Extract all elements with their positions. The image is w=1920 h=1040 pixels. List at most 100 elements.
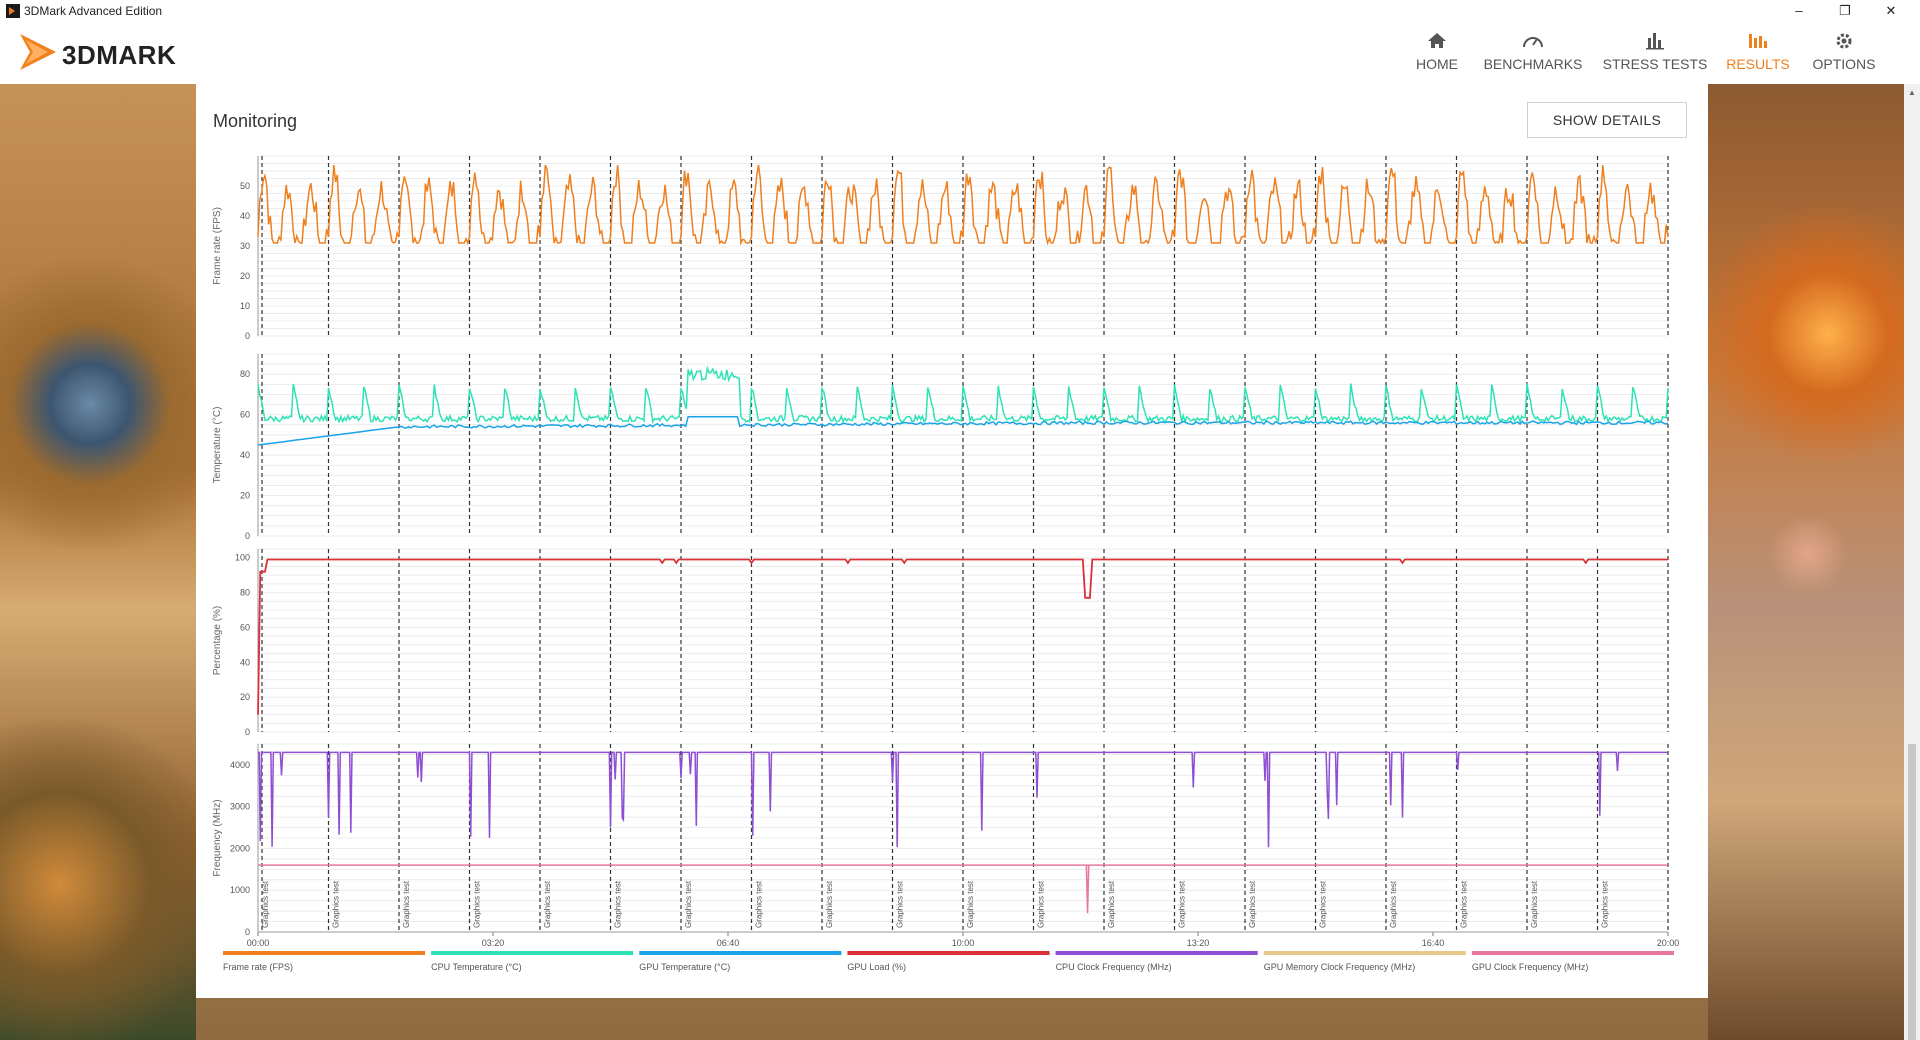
x-tick-label: 20:00 bbox=[1657, 938, 1680, 948]
scrollbar-thumb[interactable] bbox=[1908, 744, 1916, 1040]
segment-label: Graphics test bbox=[1530, 880, 1539, 928]
y-tick-label: 20 bbox=[240, 692, 250, 702]
logo-icon bbox=[20, 34, 56, 70]
y-tick-label: 20 bbox=[240, 491, 250, 501]
scroll-up-arrow[interactable]: ▲ bbox=[1908, 88, 1916, 97]
segment-label: Graphics test bbox=[684, 880, 693, 928]
gauge-icon bbox=[1523, 37, 1543, 48]
y-axis-label: Temperature (°C) bbox=[212, 407, 223, 484]
y-tick-label: 80 bbox=[240, 369, 250, 379]
y-tick-label: 100 bbox=[235, 553, 250, 563]
legend-label: GPU Load (%) bbox=[847, 962, 906, 972]
segment-label: Graphics test bbox=[896, 880, 905, 928]
results-icon bbox=[1749, 34, 1767, 48]
segment-label: Graphics test bbox=[1601, 880, 1610, 928]
scrollbar[interactable]: ▲ bbox=[1904, 84, 1920, 1040]
segment-label: Graphics test bbox=[473, 880, 482, 928]
legend-swatch bbox=[1263, 951, 1466, 955]
legend-label: CPU Clock Frequency (MHz) bbox=[1056, 962, 1172, 972]
segment-label: Graphics test bbox=[261, 880, 270, 928]
x-tick-label: 03:20 bbox=[482, 938, 505, 948]
legend-swatch bbox=[847, 951, 1050, 955]
segment-label: Graphics test bbox=[332, 880, 341, 928]
y-tick-label: 0 bbox=[245, 331, 250, 341]
nav-results-label: RESULTS bbox=[1726, 56, 1790, 72]
legend-label: CPU Temperature (°C) bbox=[431, 962, 521, 972]
segment-label: Graphics test bbox=[1037, 880, 1046, 928]
legend-label: GPU Memory Clock Frequency (MHz) bbox=[1264, 962, 1416, 972]
nav-home-label: HOME bbox=[1416, 56, 1458, 72]
logo-text: 3DMARK bbox=[62, 40, 177, 70]
logo[interactable]: 3DMARK bbox=[18, 30, 218, 74]
y-axis-label: Percentage (%) bbox=[212, 606, 223, 675]
nav-results[interactable]: RESULTS bbox=[1718, 28, 1798, 80]
segment-label: Graphics test bbox=[1460, 880, 1469, 928]
y-tick-label: 40 bbox=[240, 657, 250, 667]
segment-label: Graphics test bbox=[543, 880, 552, 928]
segment-label: Graphics test bbox=[966, 880, 975, 928]
legend-label: Frame rate (FPS) bbox=[223, 962, 293, 972]
y-tick-label: 0 bbox=[245, 927, 250, 937]
monitoring-chart: 0 10 20 30 40 50 Frame rate (FPS) 0 20 40 60 80 Temp… bbox=[212, 155, 1680, 972]
y-tick-label: 80 bbox=[240, 588, 250, 598]
y-tick-label: 20 bbox=[240, 271, 250, 281]
nav-options-label: OPTIONS bbox=[1812, 56, 1876, 72]
y-tick-label: 1000 bbox=[230, 885, 250, 895]
bar-chart-icon bbox=[1646, 33, 1664, 50]
segment-label: Graphics test bbox=[1319, 880, 1328, 928]
x-tick-label: 00:00 bbox=[247, 938, 270, 948]
monitoring-title: Monitoring bbox=[213, 111, 298, 131]
y-tick-label: 40 bbox=[240, 211, 250, 221]
legend-swatch bbox=[639, 951, 842, 955]
y-tick-label: 60 bbox=[240, 410, 250, 420]
x-tick-label: 06:40 bbox=[717, 938, 740, 948]
legend-label: GPU Temperature (°C) bbox=[639, 962, 730, 972]
legend-swatch bbox=[223, 951, 426, 955]
segment-label: Graphics test bbox=[402, 880, 411, 928]
legend-swatch bbox=[1471, 951, 1674, 955]
y-tick-label: 60 bbox=[240, 622, 250, 632]
series-frame-rate bbox=[257, 164, 1669, 246]
show-details-button[interactable]: SHOW DETAILS bbox=[1527, 102, 1687, 138]
legend-swatch bbox=[431, 951, 634, 955]
y-axis-label: Frame rate (FPS) bbox=[212, 207, 223, 285]
segment-label: Graphics test bbox=[825, 880, 834, 928]
background-art-left bbox=[0, 84, 196, 1040]
x-tick-label: 16:40 bbox=[1422, 938, 1445, 948]
y-axis-label: Frequency (MHz) bbox=[212, 799, 223, 876]
y-tick-label: 0 bbox=[245, 727, 250, 737]
window-title: 3DMark Advanced Edition bbox=[24, 4, 163, 18]
x-tick-label: 10:00 bbox=[952, 938, 975, 948]
y-tick-label: 2000 bbox=[230, 843, 250, 853]
nav-benchmarks[interactable]: BENCHMARKS bbox=[1478, 28, 1588, 80]
home-icon bbox=[1428, 33, 1446, 48]
app-icon bbox=[6, 4, 20, 18]
minimize-button[interactable]: – bbox=[1776, 0, 1822, 22]
segment-label: Graphics test bbox=[1178, 880, 1187, 928]
legend-label: GPU Clock Frequency (MHz) bbox=[1472, 962, 1589, 972]
y-tick-label: 3000 bbox=[230, 802, 250, 812]
nav-benchmarks-label: BENCHMARKS bbox=[1483, 56, 1583, 72]
y-tick-label: 30 bbox=[240, 241, 250, 251]
segment-label: Graphics test bbox=[1389, 880, 1398, 928]
app-header: 3DMARK HOME BENCHMARKS STRESS TESTS RESU… bbox=[0, 22, 1920, 84]
y-tick-label: 10 bbox=[240, 301, 250, 311]
nav-stress-tests[interactable]: STRESS TESTS bbox=[1600, 28, 1710, 80]
y-tick-label: 0 bbox=[245, 531, 250, 541]
nav-stress-tests-label: STRESS TESTS bbox=[1602, 56, 1708, 72]
nav-options[interactable]: OPTIONS bbox=[1804, 28, 1884, 80]
restore-button[interactable]: ❐ bbox=[1822, 0, 1868, 22]
legend-swatch bbox=[1055, 951, 1258, 955]
title-bar: 3DMark Advanced Edition – ❐ ✕ bbox=[0, 0, 1920, 22]
y-tick-label: 40 bbox=[240, 450, 250, 460]
close-button[interactable]: ✕ bbox=[1868, 0, 1914, 22]
gear-icon bbox=[1836, 33, 1852, 49]
x-tick-label: 13:20 bbox=[1187, 938, 1210, 948]
monitoring-panel: Monitoring SHOW DETAILS 0 10 20 30 40 50 Frame… bbox=[196, 84, 1708, 998]
segment-label: Graphics test bbox=[614, 880, 623, 928]
background-art-right bbox=[1708, 84, 1920, 1040]
y-tick-label: 50 bbox=[240, 181, 250, 191]
nav-home[interactable]: HOME bbox=[1402, 28, 1472, 80]
y-tick-label: 4000 bbox=[230, 760, 250, 770]
segment-label: Graphics test bbox=[755, 880, 764, 928]
